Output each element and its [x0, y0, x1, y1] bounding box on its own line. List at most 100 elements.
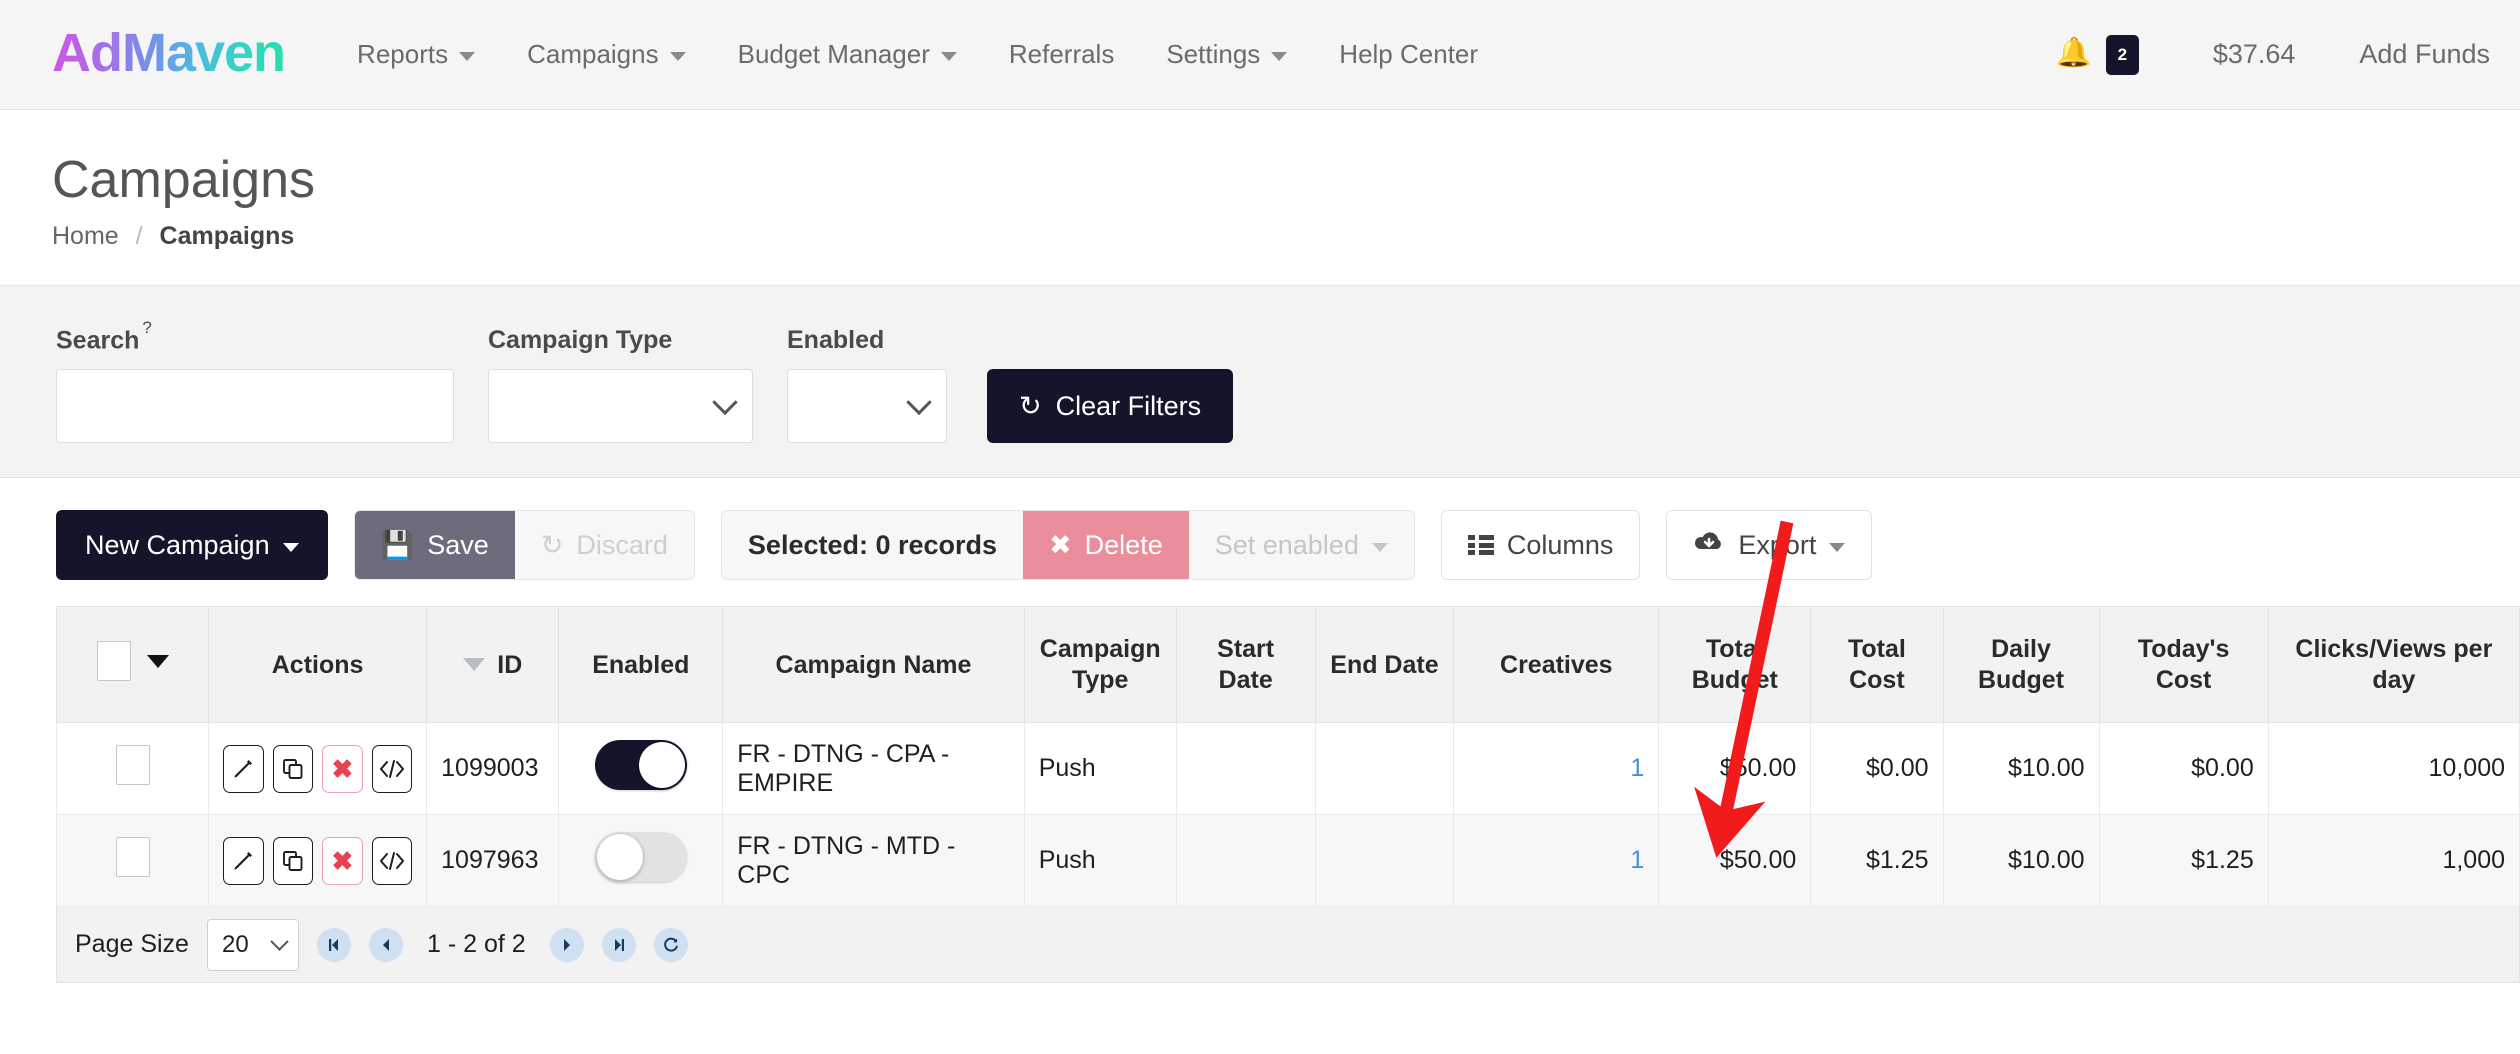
column-header-end-date[interactable]: End Date — [1315, 607, 1454, 723]
nav-item-budget-manager[interactable]: Budget Manager — [712, 39, 983, 70]
column-header-total-cost[interactable]: Total Cost — [1811, 607, 1943, 723]
pagination-bar: Page Size 20 1 - 2 of 2 — [56, 907, 2520, 983]
save-button[interactable]: 💾 Save — [355, 511, 515, 579]
enabled-toggle[interactable] — [595, 740, 687, 790]
nav-item-settings[interactable]: Settings — [1140, 39, 1313, 70]
code-button[interactable] — [372, 837, 413, 885]
last-page-button[interactable] — [602, 928, 636, 962]
previous-page-button[interactable] — [369, 928, 403, 962]
chevron-down-icon — [712, 390, 737, 415]
edit-button[interactable] — [223, 745, 264, 793]
column-header-start-date[interactable]: Start Date — [1176, 607, 1315, 723]
search-help-icon[interactable]: ? — [142, 318, 151, 337]
edit-button[interactable] — [223, 837, 264, 885]
row-checkbox[interactable] — [116, 745, 150, 785]
notifications-button[interactable]: 🔔 2 — [2022, 35, 2163, 75]
set-enabled-label: Set enabled — [1215, 530, 1359, 561]
grid-toolbar: New Campaign 💾 Save ↻ Discard Selected: … — [0, 478, 2520, 606]
row-total-cost: $1.25 — [1811, 815, 1943, 907]
search-label: Search? — [56, 324, 454, 355]
column-header-todays-cost[interactable]: Today's Cost — [2099, 607, 2268, 723]
chevron-down-icon[interactable] — [147, 655, 169, 668]
row-creatives-cell: 1 — [1454, 723, 1659, 815]
row-id: 1099003 — [427, 723, 559, 815]
refresh-grid-button[interactable] — [654, 928, 688, 962]
row-actions-cell: ✖ — [209, 723, 427, 815]
column-header-campaign-name[interactable]: Campaign Name — [723, 607, 1024, 723]
column-header-total-budget[interactable]: Total Budget — [1659, 607, 1811, 723]
campaign-type-label: Campaign Type — [488, 326, 753, 355]
creatives-link[interactable]: 1 — [1630, 754, 1644, 782]
row-end-date — [1315, 723, 1454, 815]
nav-item-reports[interactable]: Reports — [331, 39, 501, 70]
clear-filters-button[interactable]: ↻ Clear Filters — [987, 369, 1233, 443]
creatives-link[interactable]: 1 — [1630, 846, 1644, 874]
page-range-label: 1 - 2 of 2 — [427, 930, 526, 959]
account-balance[interactable]: $37.64 — [2163, 39, 2330, 70]
export-button[interactable]: Export — [1666, 510, 1872, 580]
nav-item-label: Referrals — [1009, 39, 1114, 70]
campaign-type-select[interactable] — [488, 369, 753, 443]
discard-label: Discard — [576, 530, 668, 561]
duplicate-button[interactable] — [273, 745, 314, 793]
page-title: Campaigns — [52, 152, 2520, 208]
breadcrumb-home[interactable]: Home — [52, 222, 119, 250]
column-header-enabled[interactable]: Enabled — [559, 607, 723, 723]
column-header-id[interactable]: ID — [427, 607, 559, 723]
search-input[interactable] — [56, 369, 454, 443]
page-header: Campaigns Home / Campaigns — [0, 110, 2520, 285]
code-button[interactable] — [372, 745, 413, 793]
page-size-label: Page Size — [75, 930, 189, 959]
enabled-toggle[interactable] — [595, 832, 687, 882]
next-page-button[interactable] — [550, 928, 584, 962]
clear-filters-label: Clear Filters — [1056, 391, 1202, 422]
row-start-date — [1176, 815, 1315, 907]
breadcrumb: Home / Campaigns — [52, 222, 2520, 251]
row-checkbox[interactable] — [116, 837, 150, 877]
campaigns-grid: Actions ID Enabled Campaign Name Campaig… — [0, 606, 2520, 907]
column-header-select — [57, 607, 209, 723]
nav-item-label: Settings — [1166, 39, 1260, 70]
row-enabled-cell — [559, 723, 723, 815]
search-filter-group: Search? — [56, 324, 454, 443]
table-row: ✖ 1099003 FR - DTNG - CPA - EMPIRE Push … — [57, 723, 2520, 815]
column-header-actions: Actions — [209, 607, 427, 723]
nav-item-campaigns[interactable]: Campaigns — [501, 39, 712, 70]
column-header-campaign-type[interactable]: Campaign Type — [1024, 607, 1176, 723]
refresh-icon: ↻ — [1019, 393, 1042, 420]
row-id: 1097963 — [427, 815, 559, 907]
columns-button[interactable]: Columns — [1441, 510, 1641, 580]
save-discard-group: 💾 Save ↻ Discard — [354, 510, 695, 580]
column-header-clicks-views[interactable]: Clicks/Views per day — [2268, 607, 2519, 723]
chevron-down-icon — [283, 543, 299, 552]
duplicate-button[interactable] — [273, 837, 314, 885]
nav-item-referrals[interactable]: Referrals — [983, 39, 1140, 70]
brand-logo[interactable]: AdMaven — [52, 26, 285, 84]
row-todays-cost: $0.00 — [2099, 723, 2268, 815]
delete-selected-button[interactable]: ✖ Delete — [1023, 511, 1189, 579]
new-campaign-button[interactable]: New Campaign — [56, 510, 328, 580]
chevron-down-icon — [941, 52, 957, 61]
page-size-select[interactable]: 20 — [207, 919, 299, 971]
first-page-button[interactable] — [317, 928, 351, 962]
enabled-label: Enabled — [787, 326, 947, 355]
row-select-cell — [57, 723, 209, 815]
column-header-daily-budget[interactable]: Daily Budget — [1943, 607, 2099, 723]
column-header-creatives[interactable]: Creatives — [1454, 607, 1659, 723]
discard-button: ↻ Discard — [515, 511, 694, 579]
select-all-checkbox[interactable] — [97, 641, 131, 681]
row-campaign-type: Push — [1024, 815, 1176, 907]
nav-item-help-center[interactable]: Help Center — [1313, 39, 1504, 70]
row-select-cell — [57, 815, 209, 907]
export-label: Export — [1738, 530, 1816, 561]
enabled-select[interactable] — [787, 369, 947, 443]
row-total-budget: $50.00 — [1659, 723, 1811, 815]
sort-desc-icon — [463, 658, 485, 671]
nav-item-label: Campaigns — [527, 39, 659, 70]
refresh-icon: ↻ — [541, 530, 564, 561]
add-funds-button[interactable]: Add Funds — [2329, 39, 2520, 70]
delete-button[interactable]: ✖ — [322, 745, 363, 793]
row-daily-budget: $10.00 — [1943, 723, 2099, 815]
delete-button[interactable]: ✖ — [322, 837, 363, 885]
breadcrumb-separator: / — [136, 222, 143, 250]
